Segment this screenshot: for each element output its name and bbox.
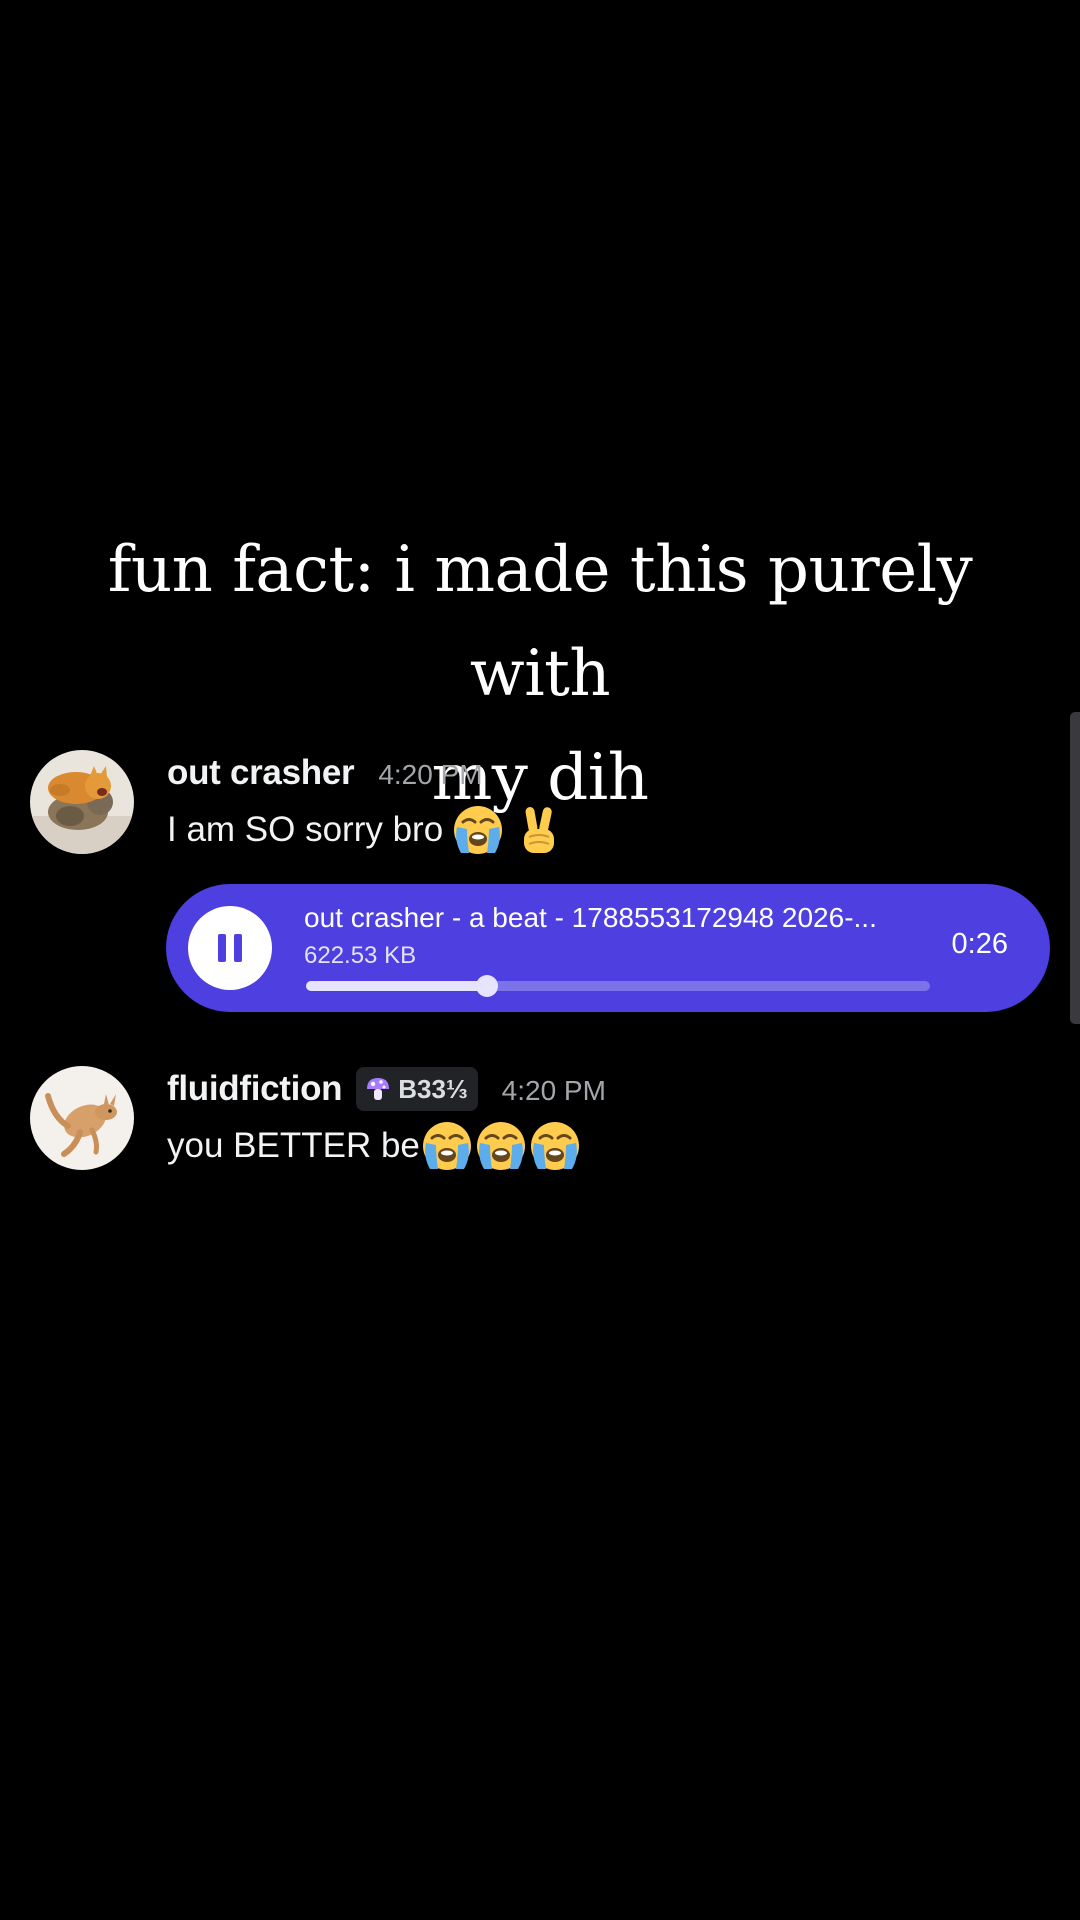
audio-progress-bar[interactable] bbox=[306, 975, 930, 997]
loudly-crying-face-icon bbox=[528, 1119, 582, 1173]
pause-button[interactable] bbox=[188, 906, 272, 990]
audio-duration: 0:26 bbox=[951, 928, 1008, 960]
pause-icon bbox=[218, 934, 242, 962]
caption-line-1: fun fact: i made this purely with bbox=[107, 533, 973, 711]
audio-file-size: 622.53 KB bbox=[304, 942, 417, 969]
loudly-crying-face-icon bbox=[420, 1119, 474, 1173]
message-header: out crasher 4:20 PM bbox=[167, 748, 483, 798]
scrollbar[interactable] bbox=[1070, 712, 1080, 1024]
username[interactable]: out crasher bbox=[167, 753, 355, 793]
victory-hand-icon bbox=[513, 803, 567, 857]
kangaroo-avatar-image bbox=[30, 1066, 134, 1170]
timestamp: 4:20 PM bbox=[501, 1075, 606, 1106]
cats-avatar-image bbox=[30, 750, 134, 854]
avatar[interactable] bbox=[30, 1066, 134, 1170]
audio-attachment[interactable]: out crasher - a beat - 1788553172948 202… bbox=[166, 884, 1050, 1012]
message-header: fluidfiction B33⅓ 4:20 PM bbox=[167, 1064, 606, 1114]
avatar[interactable] bbox=[30, 750, 134, 854]
message-content: you BETTER be bbox=[167, 1120, 582, 1172]
loudly-crying-face-icon bbox=[451, 803, 505, 857]
timestamp: 4:20 PM bbox=[378, 759, 483, 790]
message-content: I am SO sorry bro bbox=[167, 804, 567, 856]
role-tag[interactable]: B33⅓ bbox=[356, 1067, 478, 1111]
username[interactable]: fluidfiction bbox=[167, 1069, 343, 1109]
message-text: I am SO sorry bro bbox=[167, 810, 444, 849]
audio-progress-handle[interactable] bbox=[475, 975, 498, 997]
role-tag-label: B33⅓ bbox=[398, 1073, 468, 1104]
loudly-crying-face-icon bbox=[474, 1119, 528, 1173]
audio-file-name[interactable]: out crasher - a beat - 1788553172948 202… bbox=[304, 902, 877, 934]
message-text: you BETTER be bbox=[167, 1126, 420, 1165]
audio-progress-fill bbox=[306, 981, 487, 991]
mushroom-icon bbox=[367, 1078, 390, 1100]
